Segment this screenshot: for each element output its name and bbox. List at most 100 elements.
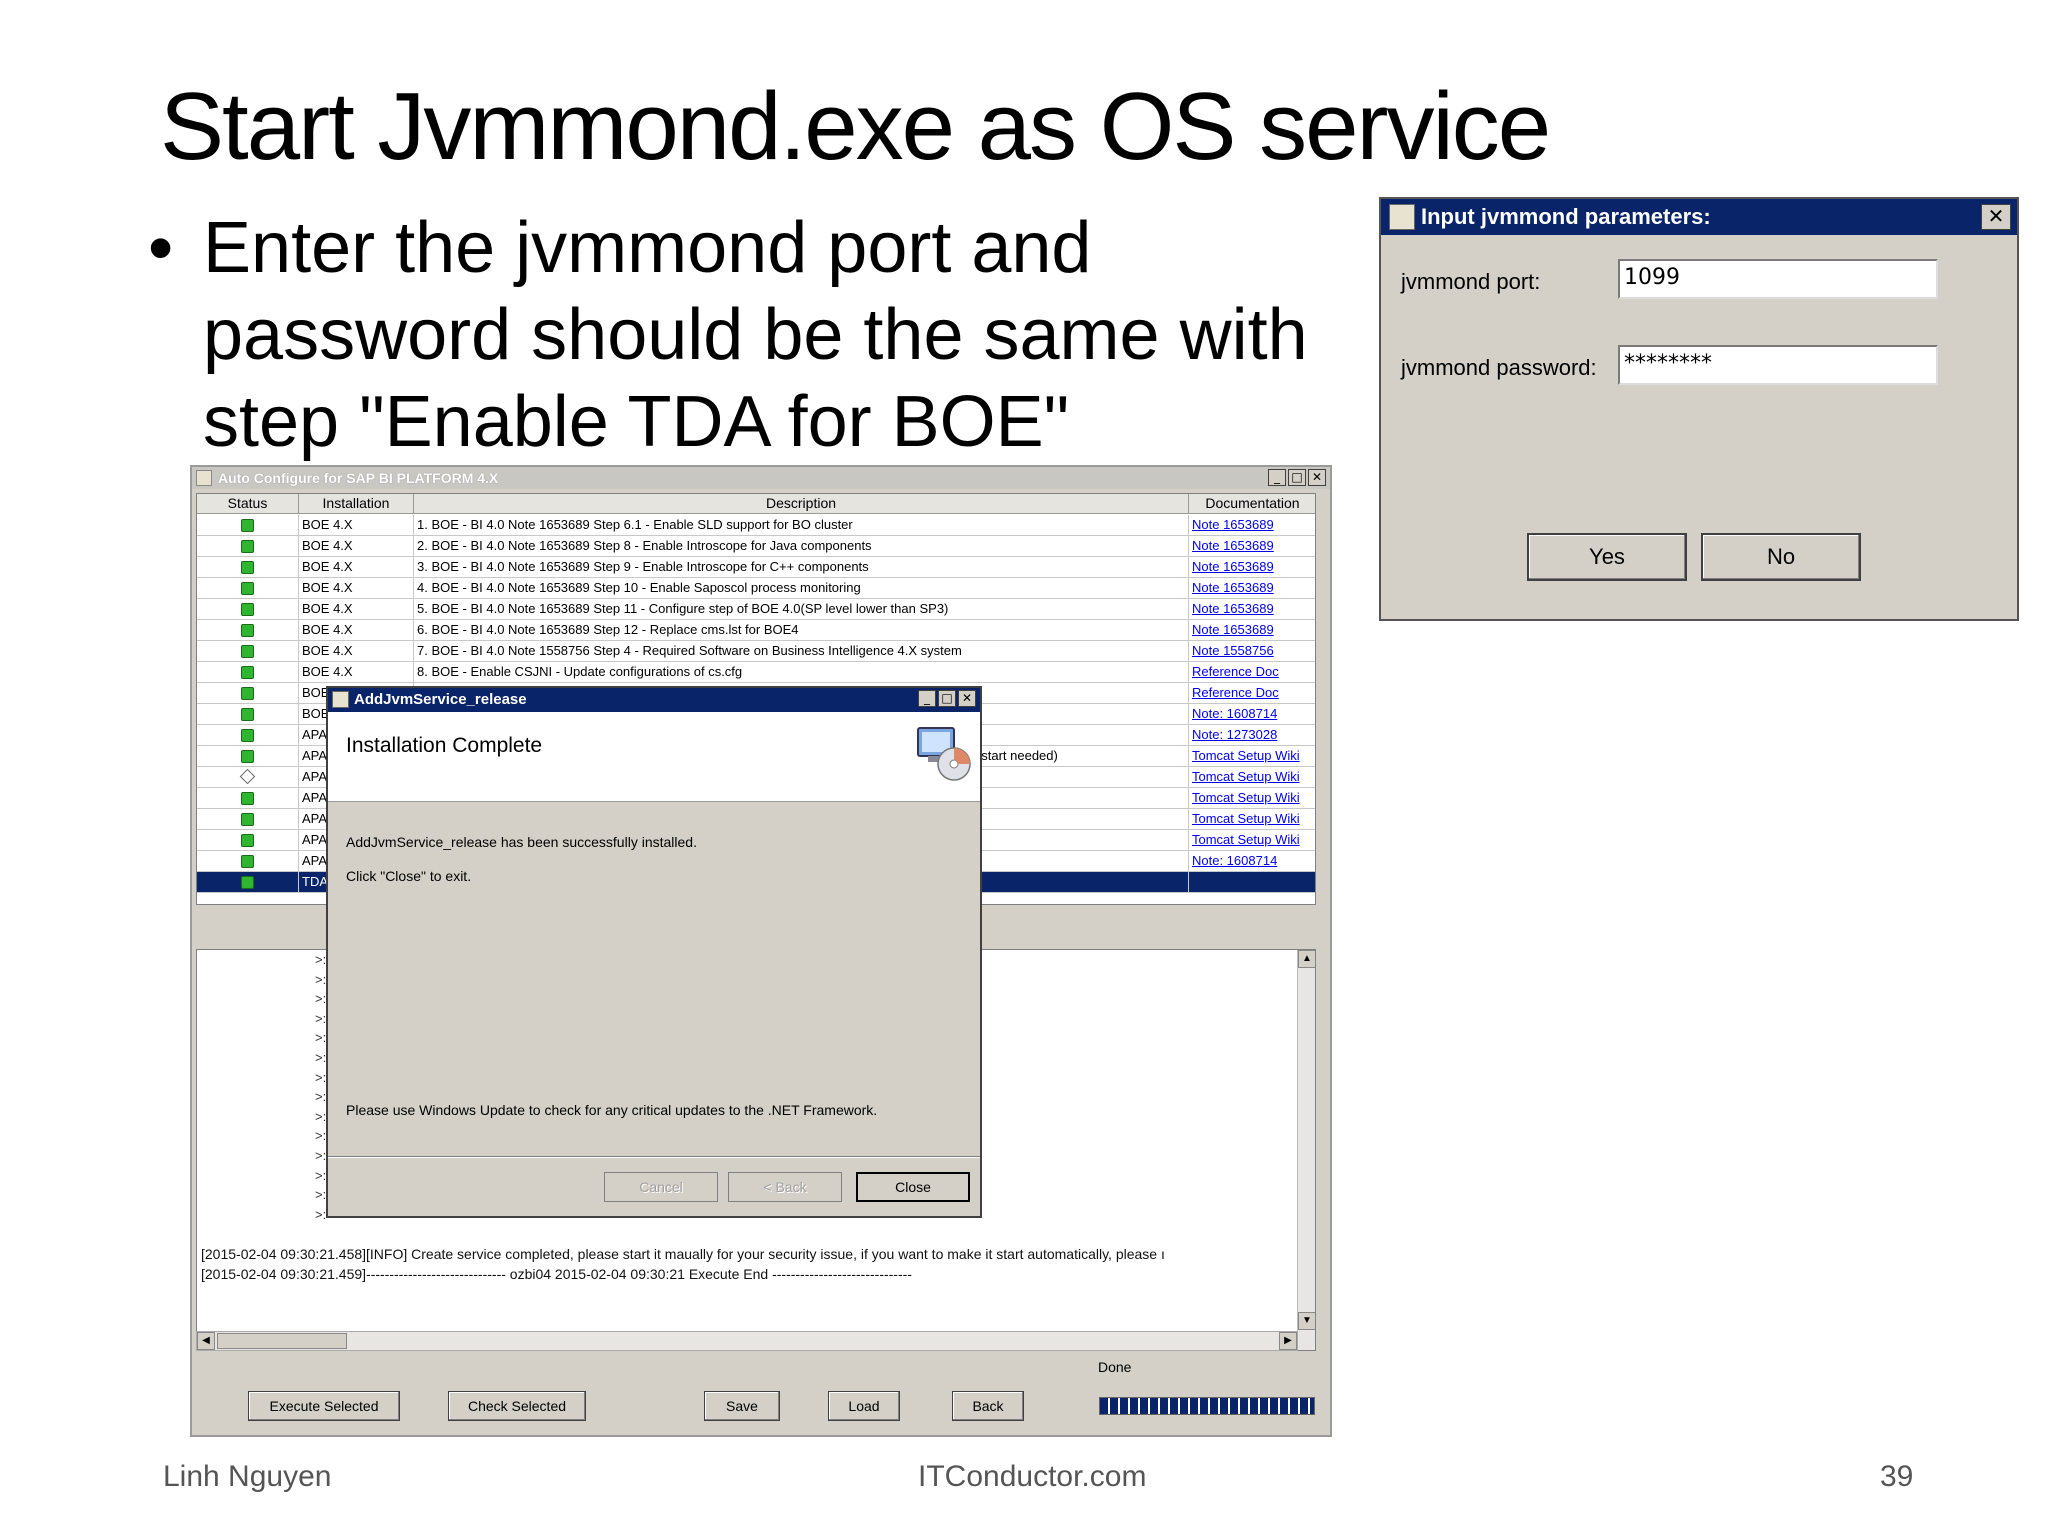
status-cell — [197, 662, 299, 683]
save-button[interactable]: Save — [704, 1391, 780, 1421]
success-status-icon — [241, 813, 254, 826]
log-prompt: >: — [315, 1167, 327, 1183]
yes-button[interactable]: Yes — [1527, 533, 1687, 581]
status-cell — [197, 851, 299, 872]
installation-cell: BOE 4.X — [299, 557, 414, 578]
doc-cell[interactable]: Reference Doc — [1189, 662, 1315, 683]
installation-cell: BOE 4.X — [299, 536, 414, 557]
description-cell: 2. BOE - BI 4.0 Note 1653689 Step 8 - En… — [414, 536, 1189, 557]
column-header-description[interactable]: Description — [414, 494, 1189, 514]
close-button[interactable]: ✕ — [1308, 469, 1326, 486]
back-button[interactable]: < Back — [728, 1172, 842, 1202]
log-vertical-scrollbar[interactable]: ▲ ▼ — [1297, 950, 1315, 1350]
success-status-icon — [241, 624, 254, 637]
column-header-installation[interactable]: Installation — [299, 494, 414, 514]
password-label: jvmmond password: — [1401, 355, 1597, 380]
table-row[interactable]: BOE 4.X 8. BOE - Enable CSJNI - Update co… — [197, 662, 1315, 683]
dialog-separator — [328, 1156, 980, 1158]
column-header-status[interactable]: Status — [197, 494, 299, 514]
status-cell — [197, 788, 299, 809]
installation-cell: BOE 4.X — [299, 515, 414, 536]
minimize-button[interactable]: _ — [1268, 469, 1286, 486]
log-prompt: >: — [315, 952, 327, 967]
password-input[interactable]: ******** — [1618, 345, 1938, 385]
scroll-down-arrow-icon[interactable]: ▼ — [1298, 1312, 1315, 1330]
log-prompt: >: — [315, 1030, 327, 1046]
load-button[interactable]: Load — [828, 1391, 900, 1421]
column-header-documentation[interactable]: Documentation — [1189, 494, 1315, 514]
cancel-button[interactable]: Cancel — [604, 1172, 718, 1202]
doc-cell[interactable] — [1189, 872, 1315, 893]
scroll-left-arrow-icon[interactable]: ◀ — [197, 1332, 215, 1350]
success-status-icon — [241, 603, 254, 616]
dialog-titlebar[interactable]: AddJvmService_release _ □ ✕ — [328, 688, 980, 712]
doc-cell[interactable]: Tomcat Setup Wiki — [1189, 767, 1315, 788]
check-selected-button[interactable]: Check Selected — [448, 1391, 586, 1421]
description-cell: 1. BOE - BI 4.0 Note 1653689 Step 6.1 - … — [414, 515, 1189, 536]
doc-cell[interactable]: Note: 1608714 — [1189, 704, 1315, 725]
table-row[interactable]: BOE 4.X 1. BOE - BI 4.0 Note 1653689 Step… — [197, 515, 1315, 536]
installation-cell: BOE 4.X — [299, 578, 414, 599]
log-prompt: >: — [315, 1010, 327, 1026]
table-row[interactable]: BOE 4.X 3. BOE - BI 4.0 Note 1653689 Step… — [197, 557, 1315, 578]
doc-cell[interactable]: Note 1653689 — [1189, 620, 1315, 641]
success-status-icon — [241, 561, 254, 574]
app-titlebar[interactable]: Auto Configure for SAP BI PLATFORM 4.X _… — [192, 467, 1330, 489]
java-app-icon — [196, 470, 212, 486]
table-row[interactable]: BOE 4.X 7. BOE - BI 4.0 Note 1558756 Step… — [197, 641, 1315, 662]
doc-cell[interactable]: Note 1653689 — [1189, 536, 1315, 557]
close-button[interactable]: Close — [856, 1172, 970, 1202]
table-row[interactable]: BOE 4.X 6. BOE - BI 4.0 Note 1653689 Step… — [197, 620, 1315, 641]
doc-cell[interactable]: Note: 1608714 — [1189, 851, 1315, 872]
success-status-icon — [241, 708, 254, 721]
dialog-title: AddJvmService_release — [354, 691, 527, 708]
table-row[interactable]: BOE 4.X 4. BOE - BI 4.0 Note 1653689 Step… — [197, 578, 1315, 599]
status-cell — [197, 725, 299, 746]
doc-cell[interactable]: Note 1653689 — [1189, 599, 1315, 620]
scroll-up-arrow-icon[interactable]: ▲ — [1298, 950, 1315, 968]
log-prompt: >: — [315, 1187, 327, 1203]
table-row[interactable]: BOE 4.X 5. BOE - BI 4.0 Note 1653689 Step… — [197, 599, 1315, 620]
maximize-button[interactable]: □ — [938, 690, 956, 707]
bullet-text: Enter the jvmmond port and password shou… — [203, 208, 1308, 462]
progress-bar — [1099, 1397, 1315, 1415]
java-app-icon — [1389, 204, 1415, 230]
scroll-right-arrow-icon[interactable]: ▶ — [1279, 1332, 1297, 1350]
no-button[interactable]: No — [1701, 533, 1861, 581]
doc-cell[interactable]: Note: 1273028 — [1189, 725, 1315, 746]
status-cell — [197, 830, 299, 851]
doc-cell[interactable]: Note 1653689 — [1189, 557, 1315, 578]
doc-cell[interactable]: Tomcat Setup Wiki — [1189, 809, 1315, 830]
log-prompt: >: — [315, 1128, 327, 1144]
dialog-header: Installation Complete — [328, 712, 980, 802]
doc-cell[interactable]: Note 1653689 — [1189, 578, 1315, 599]
minimize-button[interactable]: _ — [918, 690, 936, 707]
execute-selected-button[interactable]: Execute Selected — [248, 1391, 400, 1421]
maximize-button[interactable]: □ — [1288, 469, 1306, 486]
close-icon[interactable]: ✕ — [1981, 204, 2011, 230]
close-button[interactable]: ✕ — [958, 690, 976, 707]
doc-cell[interactable]: Reference Doc — [1189, 683, 1315, 704]
status-cell — [197, 536, 299, 557]
back-button[interactable]: Back — [952, 1391, 1024, 1421]
success-status-icon — [241, 519, 254, 532]
log-line: [2015-02-04 09:30:21.459]---------------… — [201, 1266, 912, 1282]
port-input[interactable]: 1099 — [1618, 259, 1938, 299]
log-line: [2015-02-04 09:30:21.458][INFO] Create s… — [201, 1246, 1165, 1262]
success-status-icon — [241, 855, 254, 868]
parameters-titlebar[interactable]: Input jvmmond parameters: ✕ — [1381, 199, 2017, 235]
doc-cell[interactable]: Note 1558756 — [1189, 641, 1315, 662]
success-status-icon — [241, 540, 254, 553]
log-prompt: >: — [315, 1050, 327, 1065]
success-status-icon — [241, 792, 254, 805]
log-horizontal-scrollbar[interactable]: ◀ ▶ — [196, 1331, 1298, 1351]
doc-cell[interactable]: Tomcat Setup Wiki — [1189, 746, 1315, 767]
doc-cell[interactable]: Note 1653689 — [1189, 515, 1315, 536]
horizontal-scroll-thumb[interactable] — [217, 1333, 347, 1349]
success-status-icon — [241, 750, 254, 763]
doc-cell[interactable]: Tomcat Setup Wiki — [1189, 830, 1315, 851]
doc-cell[interactable]: Tomcat Setup Wiki — [1189, 788, 1315, 809]
installation-cell: BOE 4.X — [299, 599, 414, 620]
installation-complete-dialog: AddJvmService_release _ □ ✕ Installation… — [326, 686, 982, 1218]
table-row[interactable]: BOE 4.X 2. BOE - BI 4.0 Note 1653689 Step… — [197, 536, 1315, 557]
